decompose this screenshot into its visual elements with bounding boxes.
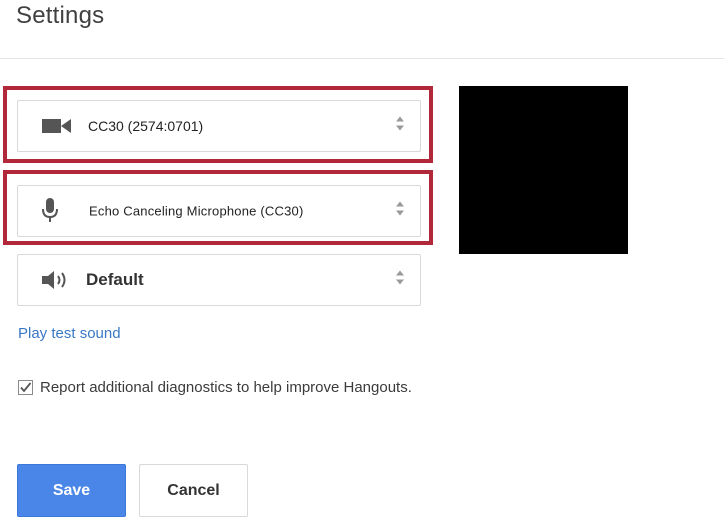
header-divider bbox=[0, 58, 724, 59]
select-arrows-icon bbox=[396, 116, 404, 136]
diagnostics-checkbox[interactable] bbox=[18, 380, 33, 395]
play-test-sound-link[interactable]: Play test sound bbox=[18, 325, 121, 342]
select-arrows-icon bbox=[396, 201, 404, 221]
video-preview bbox=[459, 86, 628, 254]
microphone-icon bbox=[42, 198, 58, 224]
select-arrows-icon bbox=[396, 270, 404, 290]
diagnostics-label: Report additional diagnostics to help im… bbox=[40, 379, 412, 396]
camera-select[interactable]: CC30 (2574:0701) bbox=[17, 100, 421, 152]
page-title: Settings bbox=[16, 2, 105, 29]
diagnostics-row: Report additional diagnostics to help im… bbox=[18, 379, 412, 396]
cancel-button[interactable]: Cancel bbox=[139, 464, 248, 517]
speaker-icon bbox=[42, 270, 72, 290]
speaker-select-value: Default bbox=[86, 270, 144, 289]
save-button[interactable]: Save bbox=[17, 464, 126, 517]
speaker-select[interactable]: Default bbox=[17, 254, 421, 306]
video-camera-icon bbox=[42, 118, 72, 134]
camera-select-value: CC30 (2574:0701) bbox=[88, 118, 204, 134]
microphone-select-value: Echo Canceling Microphone (CC30) bbox=[89, 203, 304, 219]
microphone-select[interactable]: Echo Canceling Microphone (CC30) bbox=[17, 185, 421, 237]
